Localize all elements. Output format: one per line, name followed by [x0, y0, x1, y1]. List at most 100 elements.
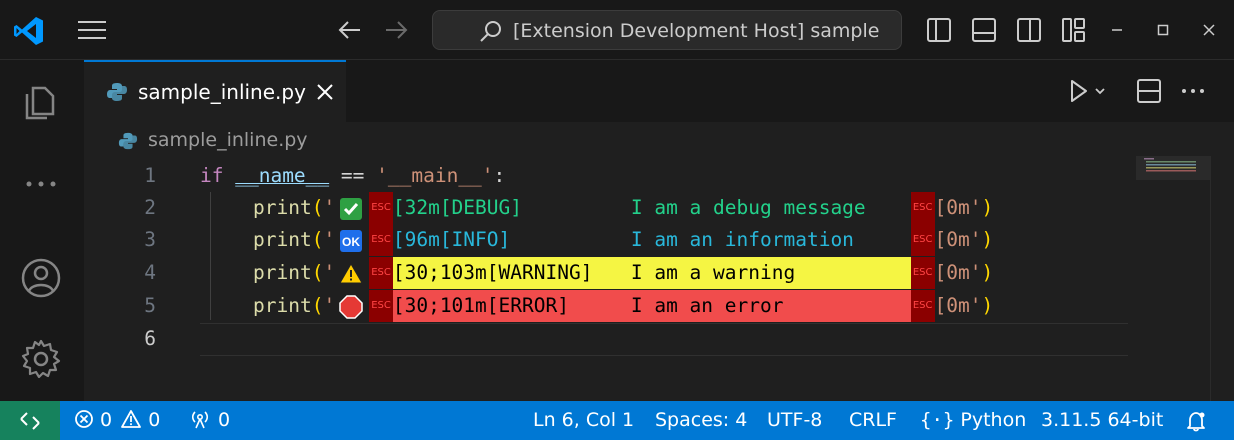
esc-marker: ESC — [369, 257, 393, 289]
reset-code: [0m' — [934, 261, 982, 284]
gear-icon[interactable] — [19, 337, 63, 381]
error-count: 0 — [100, 409, 113, 431]
end-of-line[interactable]: CRLF — [849, 409, 897, 431]
activity-bar — [0, 60, 84, 401]
function-print: print — [253, 294, 312, 317]
identifier-name: __name__ — [235, 164, 330, 187]
broadcast-icon — [191, 411, 209, 429]
reset-code: [0m' — [934, 294, 982, 317]
tab-bar: sample_inline.py — [84, 60, 1234, 122]
close-paren: ) — [981, 228, 994, 251]
run-icon[interactable] — [1068, 78, 1108, 104]
indent-guide — [210, 192, 211, 320]
message-warning: I am a warning — [630, 257, 911, 289]
encoding[interactable]: UTF-8 — [767, 409, 822, 431]
string-main: '__main__' — [376, 164, 494, 187]
line-number: 6 — [144, 327, 156, 350]
minimap[interactable] — [1136, 156, 1210, 180]
tab-sample-inline-py[interactable]: sample_inline.py — [84, 60, 346, 122]
files-icon[interactable] — [19, 78, 63, 122]
function-print: print — [253, 261, 312, 284]
reset-code: [0m' — [934, 196, 982, 219]
remote-icon — [20, 412, 40, 430]
message-error: I am an error — [630, 290, 911, 322]
hamburger-icon[interactable] — [76, 18, 108, 42]
account-icon[interactable] — [19, 256, 63, 300]
open-paren: ( — [311, 294, 324, 317]
stop-sign-icon — [339, 294, 363, 319]
python-interpreter[interactable]: 3.11.5 64-bit — [1041, 409, 1163, 431]
vscode-icon — [14, 17, 43, 45]
split-editor-icon[interactable] — [1136, 78, 1162, 104]
line-number: 1 — [144, 164, 156, 187]
toggle-secondary-sidebar-icon[interactable] — [1016, 17, 1042, 43]
language-label: Python — [960, 409, 1027, 431]
line-number: 5 — [144, 294, 156, 317]
quote: ' — [323, 228, 336, 251]
open-paren: ( — [311, 261, 324, 284]
tab-label: sample_inline.py — [138, 80, 306, 104]
line-number: 3 — [144, 228, 156, 251]
ansi-code-debug: [32m[DEBUG] — [392, 196, 522, 219]
customize-layout-icon[interactable] — [1061, 17, 1087, 43]
open-paren: ( — [311, 228, 324, 251]
ports-count: 0 — [218, 409, 231, 431]
close-paren: ) — [981, 294, 994, 317]
problems-indicator[interactable]: 0 0 — [74, 409, 160, 431]
operator-eq: == — [340, 164, 365, 187]
close-paren: ) — [981, 261, 994, 284]
breadcrumb-file: sample_inline.py — [148, 129, 308, 151]
close-paren: ) — [981, 196, 994, 219]
esc-marker: ESC — [910, 257, 935, 289]
ports-indicator[interactable]: 0 — [188, 409, 230, 431]
colon: : — [493, 164, 506, 187]
open-paren: ( — [311, 196, 324, 219]
code-line-5: print(' ESC [30;101m[ERROR] I am an error ES… — [253, 290, 993, 322]
quote: ' — [323, 261, 336, 284]
remote-indicator[interactable] — [0, 401, 60, 440]
notifications-bell-icon[interactable] — [1184, 409, 1208, 433]
reset-code: [0m' — [934, 228, 982, 251]
keyword-if: if — [200, 164, 224, 187]
ansi-code-warning: [30;103m[WARNING] — [392, 257, 631, 289]
esc-marker: ESC — [369, 192, 393, 224]
vertical-scrollbar[interactable] — [1210, 156, 1234, 401]
toggle-primary-sidebar-icon[interactable] — [926, 17, 952, 43]
language-mode[interactable]: {·} Python — [920, 409, 1026, 431]
ansi-code-error: [30;101m[ERROR] — [392, 290, 631, 322]
braces-icon: {·} — [920, 409, 955, 431]
message-debug: I am a debug message — [630, 196, 866, 219]
code-line-3: print(' OK ESC [96m[INFO] I am an informatio… — [253, 224, 993, 256]
more-actions-icon[interactable] — [1180, 78, 1206, 104]
code-editor[interactable]: 1 2 3 4 5 6 if __name__ == '__main__': p… — [84, 160, 1234, 390]
warning-icon — [339, 262, 364, 283]
close-window-icon[interactable] — [1197, 18, 1221, 42]
search-icon — [480, 21, 501, 42]
line-number: 4 — [144, 261, 156, 284]
esc-marker: ESC — [910, 290, 935, 322]
esc-marker: ESC — [369, 224, 393, 256]
warning-count: 0 — [148, 409, 161, 431]
window-title: [Extension Development Host] sample — [513, 20, 880, 42]
code-line-1: if __name__ == '__main__': — [200, 160, 505, 192]
quote: ' — [323, 196, 336, 219]
warning-icon — [121, 410, 142, 428]
toggle-panel-icon[interactable] — [971, 17, 997, 43]
close-icon[interactable] — [314, 81, 336, 103]
command-center-search[interactable]: [Extension Development Host] sample — [432, 10, 902, 50]
python-file-icon — [118, 132, 138, 150]
ellipsis-icon[interactable] — [19, 162, 63, 206]
line-number: 2 — [144, 196, 156, 219]
cursor-position[interactable]: Ln 6, Col 1 — [533, 409, 634, 431]
maximize-icon[interactable] — [1151, 18, 1175, 42]
indentation[interactable]: Spaces: 4 — [655, 409, 747, 431]
arrow-left-icon[interactable] — [336, 17, 364, 43]
title-bar: [Extension Development Host] sample — [0, 0, 1234, 60]
esc-marker: ESC — [369, 290, 393, 322]
code-line-4: print(' ESC [30;103m[WARNING] I am a warnin… — [253, 257, 993, 289]
function-print: print — [253, 228, 312, 251]
arrow-right-icon[interactable] — [382, 17, 410, 43]
code-line-2: print(' ESC [32m[DEBUG] I am a debug messag… — [253, 192, 993, 224]
minimize-icon[interactable] — [1105, 18, 1129, 42]
error-icon — [75, 410, 93, 428]
